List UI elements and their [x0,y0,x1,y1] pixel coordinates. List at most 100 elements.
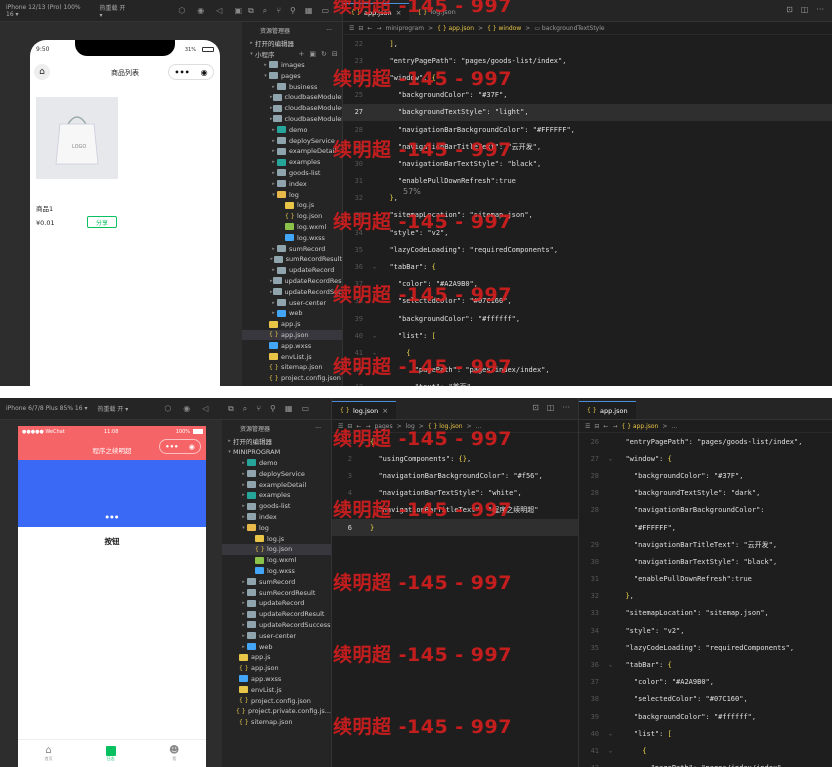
breadcrumb-item[interactable]: { } window [487,25,521,32]
fold-chevron-icon[interactable]: ⌄ [609,456,617,462]
tree-item[interactable]: ▾ pages [242,70,342,81]
bookmark-icon[interactable]: ⊟ [358,25,363,32]
inspect-icon[interactable]: ⬡ [178,6,185,15]
tree-item[interactable]: ▸cloudbaseModuleG... [242,103,342,114]
tree-item[interactable]: envList.js [242,351,342,362]
volume-icon[interactable]: ◁ [216,6,222,15]
code-line[interactable]: 2 "usingComponents": {}, [332,450,578,467]
tree-item[interactable]: { } log.json [222,543,331,555]
volume-icon[interactable]: ◁ [202,404,208,413]
code-line[interactable]: 29 "navigationBarTitleText": "云开发", [579,536,832,553]
breadcrumb-item[interactable]: log [406,423,415,430]
fold-chevron-icon[interactable]: ⌄ [609,748,617,754]
tree-item[interactable]: app.js [222,652,331,663]
breadcrumb-item[interactable]: ▭ backgroundTextStyle [534,25,604,32]
tree-item[interactable]: ▸cloudbaseModuleD... [242,92,342,103]
code-line[interactable]: 25 "backgroundColor": "#37F", [343,87,832,104]
tree-item[interactable]: ▸ exampleDetail [242,146,342,157]
source-control-icon[interactable]: ⑂ [256,404,261,413]
code-line[interactable]: 30 "navigationBarTextStyle": "black", [579,553,832,570]
tree-item[interactable]: ▸ examples [222,490,331,501]
arrow-left-icon[interactable]: ← [367,25,372,32]
tree-item[interactable]: log.js [242,200,342,211]
code-line[interactable]: 1 ⌄{ [332,433,578,450]
home-icon[interactable]: ⌂ [34,64,50,80]
code-line[interactable]: 32 }, [579,588,832,605]
code-line[interactable]: 27 "backgroundTextStyle": "light", [343,103,832,121]
code-line[interactable]: 3 "navigationBarBackgroundColor": "#f56"… [332,467,578,484]
code-line[interactable]: 33 "sitemapLocation": "sitemap.json", [579,605,832,622]
tree-item[interactable]: ▸ images [242,60,342,71]
arrow-right-icon[interactable]: → [365,423,370,430]
code-line[interactable]: 28 "navigationBarBackgroundColor": "#FFF… [343,121,832,138]
tree-item[interactable]: ▸cloudbaseModuleIn... [242,114,342,125]
code-line[interactable]: 41 ⌄ { [343,344,832,361]
tree-item[interactable]: ▸ index [222,512,331,523]
tree-item[interactable]: ▸ deployService [222,468,331,479]
debug-icon[interactable]: ⚲ [290,6,296,15]
layout-icon[interactable]: ◫ [801,5,809,14]
tree-item[interactable]: ▸ sumRecord [242,243,342,254]
tree-item[interactable]: log.wxss [222,566,331,577]
fold-chevron-icon[interactable]: ⌄ [362,439,370,445]
code-line[interactable]: 43 "text": "首页", [343,379,832,386]
files-icon[interactable]: ⧉ [248,6,254,16]
code-line[interactable]: 40 ⌄ "list": [ [343,327,832,344]
arrow-right-icon[interactable]: → [376,25,381,32]
record-icon[interactable]: ◉ [197,6,204,15]
tree-item[interactable]: { } project.config.json [242,373,342,384]
tab-app-json[interactable]: { } app.json × [343,3,410,21]
terminal-icon[interactable]: ▭ [301,404,309,413]
arrow-left-icon[interactable]: ← [603,423,608,430]
tree-item[interactable]: ▸ exampleDetail [222,479,331,490]
code-line[interactable]: 23 "entryPagePath": "pages/goods-list/in… [343,52,832,69]
tree-item[interactable]: ▸ demo [222,458,331,469]
tab-log-json[interactable]: { } log.json [409,3,463,21]
debug-icon[interactable]: ⚲ [270,404,276,413]
tree-item[interactable]: ▸ web [222,641,331,652]
tree-item[interactable]: ▸updateRecordResult [242,276,342,287]
banner-swiper[interactable]: ● ● ● [18,460,206,527]
tree-item[interactable]: ▸updateRecordSuccess [222,620,331,631]
tree-item[interactable]: ▸ sumRecordResult [242,254,342,265]
fold-chevron-icon[interactable]: ⌄ [609,662,617,668]
tree-item[interactable]: log.wxss [242,232,342,243]
terminal-icon[interactable]: ▭ [321,6,329,15]
tree-item[interactable]: ▸ demo [242,124,342,135]
code-line[interactable]: 35 "lazyCodeLoading": "requiredComponent… [343,241,832,258]
tree-item[interactable]: ▸ index [242,178,342,189]
tree-item[interactable]: ▸ goods-list [242,168,342,179]
tree-item[interactable]: ▾ log [222,522,331,533]
tree-item[interactable]: { } sitemap.json [222,717,331,728]
code-line[interactable]: 37 "color": "#A2A9B0", [343,276,832,293]
more-actions-icon[interactable]: ··· [326,27,332,34]
tree-item[interactable]: ▸ web [242,308,342,319]
tree-item[interactable]: ▸ business [242,81,342,92]
code-lines[interactable]: 1 ⌄{2 "usingComponents": {}, 3 "navigation… [332,433,578,537]
code-line[interactable]: 29 "navigationBarTitleText": "云开发", [343,138,832,155]
code-line[interactable]: 41 ⌄ { [579,742,832,759]
tree-item[interactable]: log.js [222,533,331,544]
breadcrumb-item[interactable]: miniprogram [385,25,424,32]
breadcrumb-item[interactable]: ... [671,423,677,430]
open-editors-section[interactable]: ▸ 打开的编辑器 [242,38,342,49]
tree-item[interactable]: ▸updateRecordSuccess [242,286,342,297]
code-lines[interactable]: 22 ], 23 "entryPagePath": "pages/goods-li… [343,35,832,386]
fold-chevron-icon[interactable]: ⌄ [373,75,381,81]
refresh-icon[interactable]: ↻ [321,50,327,58]
split-icon[interactable]: ▣ [234,6,242,15]
new-file-icon[interactable]: + [299,50,305,58]
tree-item[interactable]: ▸ user-center [242,297,342,308]
source-control-icon[interactable]: ⑂ [276,6,281,15]
inspect-icon[interactable]: ⬡ [164,404,171,413]
extensions-icon[interactable]: ▦ [305,6,313,15]
nav-back-icon[interactable]: ☰ [585,423,590,430]
tree-item[interactable]: app.wxss [222,674,331,685]
tree-item[interactable]: envList.js [222,684,331,695]
code-line[interactable]: 39 "backgroundColor": "#ffffff", [343,310,832,327]
bookmark-icon[interactable]: ⊟ [594,423,599,430]
tree-item[interactable]: ▸ deployService [242,135,342,146]
product-image[interactable]: LOGO [36,97,118,179]
split-editor-icon[interactable]: ⊡ [532,403,539,412]
tabbar-me[interactable]: ☻ 我 [169,745,179,762]
